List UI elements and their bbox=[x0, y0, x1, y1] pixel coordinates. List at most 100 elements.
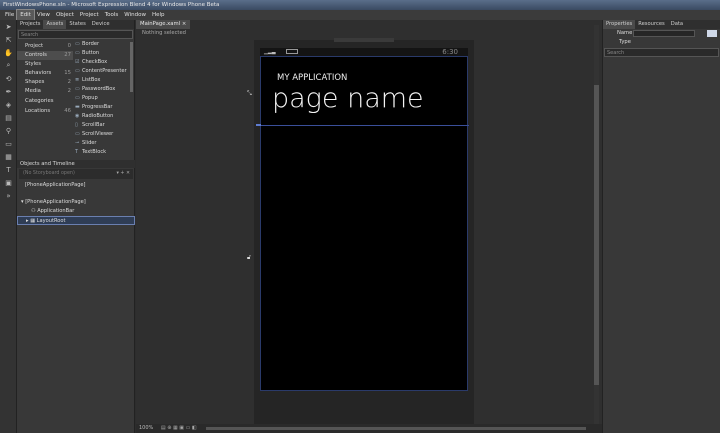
left-panel-tabs: Projects Assets States Device bbox=[17, 20, 134, 29]
control-icon: ≣ bbox=[75, 77, 80, 83]
control-icon: ▭ bbox=[75, 68, 80, 74]
paint-bucket-icon[interactable]: ◈ bbox=[0, 98, 17, 111]
menu-file[interactable]: File bbox=[2, 10, 17, 20]
camera-orbit-icon[interactable]: ⟲ bbox=[0, 72, 17, 85]
menu-window[interactable]: Window bbox=[121, 10, 149, 20]
name-input[interactable] bbox=[633, 30, 695, 37]
control-icon: ▭ bbox=[75, 95, 80, 101]
resize-handle-icon[interactable]: ⤡ bbox=[247, 90, 252, 98]
category-shapes[interactable]: Shapes 2 bbox=[17, 78, 73, 87]
category-locations[interactable]: Locations 46 bbox=[17, 107, 73, 116]
category-project[interactable]: Project 0 bbox=[17, 42, 73, 51]
assets-icon[interactable]: » bbox=[0, 189, 17, 202]
assets-panel: Projects Assets States Device Search Pro… bbox=[17, 20, 135, 433]
prop-type-row: Type bbox=[619, 39, 631, 45]
menu-bar: File Edit View Object Project Tools Wind… bbox=[0, 9, 720, 21]
tree-item-layoutroot[interactable]: ▸ ▦ LayoutRoot bbox=[17, 216, 135, 225]
assets-scrollbar[interactable] bbox=[130, 42, 133, 92]
signal-icon: ▁▂▃ bbox=[264, 49, 276, 55]
control-icon: ▭ bbox=[75, 50, 80, 56]
category-styles[interactable]: Styles bbox=[17, 60, 73, 69]
zoom-level[interactable]: 100% bbox=[136, 425, 153, 431]
direct-selection-tool-icon[interactable]: ⇱ bbox=[0, 33, 17, 46]
phone-status-bar: ▁▂▃ 6:30 bbox=[260, 48, 468, 56]
category-media[interactable]: Media 2 bbox=[17, 87, 73, 96]
tree-item-applicationbar[interactable]: ⚇ ApplicationBar bbox=[17, 207, 135, 216]
control-icon: ◉ bbox=[75, 113, 80, 119]
document-tab[interactable]: MainPage.xaml × bbox=[136, 20, 191, 29]
zoom-tool-icon[interactable]: ⌕ bbox=[0, 59, 17, 72]
control-passwordbox[interactable]: ▭ PasswordBox bbox=[74, 85, 115, 94]
tab-data[interactable]: Data bbox=[668, 20, 686, 29]
menu-project[interactable]: Project bbox=[77, 10, 102, 20]
control-textblock[interactable]: T TextBlock bbox=[74, 148, 106, 157]
tools-toolbar: ➤ ⇱ ✋ ⌕ ⟲ ✒ ◈ ▤ ⚲ ▭ ▦ T ▣ » bbox=[0, 20, 17, 433]
control-button[interactable]: ▭ Button bbox=[74, 49, 99, 58]
tab-projects[interactable]: Projects bbox=[17, 20, 43, 29]
category-behaviors[interactable]: Behaviors 15 bbox=[17, 69, 73, 78]
category-categories[interactable]: Categories bbox=[17, 97, 73, 106]
vertical-scrollbar[interactable] bbox=[594, 25, 599, 425]
objects-timeline-header: Objects and Timeline bbox=[17, 160, 135, 168]
application-title[interactable]: MY APPLICATION bbox=[277, 73, 347, 83]
pan-tool-icon[interactable]: ✋ bbox=[0, 46, 17, 59]
window-title: FirstWindowsPhone.sln - Microsoft Expres… bbox=[0, 0, 720, 10]
brush-transform-icon[interactable]: ▤ bbox=[0, 111, 17, 124]
control-icon: ▭ bbox=[75, 41, 80, 47]
tab-device[interactable]: Device bbox=[89, 20, 113, 29]
control-checkbox[interactable]: ☑ CheckBox bbox=[74, 58, 107, 67]
menu-tools[interactable]: Tools bbox=[102, 10, 122, 20]
layout-panel-icon[interactable]: ▦ bbox=[0, 150, 17, 163]
grid-marker[interactable] bbox=[256, 124, 261, 126]
artboard-footer: 100% ▤ ⊕ ▦ ▣ ▭ ◧ bbox=[136, 424, 602, 433]
tab-assets[interactable]: Assets bbox=[43, 20, 67, 29]
menu-object[interactable]: Object bbox=[53, 10, 77, 20]
control-icon: ☑ bbox=[75, 59, 80, 65]
control-listbox[interactable]: ≣ ListBox bbox=[74, 76, 100, 85]
tab-states[interactable]: States bbox=[66, 20, 88, 29]
phone-page[interactable]: MY APPLICATION page name bbox=[260, 56, 469, 391]
control-contentpresenter[interactable]: ▭ ContentPresenter bbox=[74, 67, 127, 76]
tab-properties[interactable]: Properties bbox=[603, 20, 636, 29]
tab-resources[interactable]: Resources bbox=[635, 20, 668, 29]
page-title[interactable]: page name bbox=[272, 83, 424, 114]
events-toggle-icon[interactable] bbox=[707, 30, 717, 37]
properties-search-input[interactable]: Search bbox=[604, 48, 719, 57]
vertical-scroll-thumb[interactable] bbox=[594, 85, 599, 385]
control-scrollviewer[interactable]: ▭ ScrollViewer bbox=[74, 130, 113, 139]
control-icon: ▬ bbox=[75, 104, 80, 110]
lock-icon[interactable]: 🔓︎ bbox=[247, 254, 251, 262]
tree-item-page[interactable]: ▾ [PhoneApplicationPage] bbox=[17, 198, 135, 207]
artboard-area: MainPage.xaml × Nothing selected ▁▂▃ 6:3… bbox=[136, 20, 602, 433]
control-progressbar[interactable]: ▬ ProgressBar bbox=[74, 103, 112, 112]
eyedropper-icon[interactable]: ⚲ bbox=[0, 124, 17, 137]
selection-tool-icon[interactable]: ➤ bbox=[0, 20, 17, 33]
category-controls[interactable]: Controls 27 bbox=[17, 51, 73, 60]
menu-edit[interactable]: Edit bbox=[16, 9, 35, 21]
control-radiobutton[interactable]: ◉ RadioButton bbox=[74, 112, 113, 121]
control-icon: ▭ bbox=[75, 131, 80, 137]
control-icon: T bbox=[75, 149, 79, 155]
control-icon: ▭ bbox=[75, 86, 80, 92]
blend-window: FirstWindowsPhone.sln - Microsoft Expres… bbox=[0, 0, 720, 433]
prop-name-row: Name bbox=[603, 29, 720, 38]
device-speaker bbox=[334, 38, 394, 42]
assets-search-input[interactable]: Search bbox=[18, 30, 133, 39]
control-border[interactable]: ▭ Border bbox=[74, 40, 99, 49]
storyboard-picker[interactable]: (No Storyboard open) ▾ + ✕ bbox=[19, 169, 133, 179]
control-scrollbar[interactable]: ▯ ScrollBar bbox=[74, 121, 105, 130]
horizontal-scrollbar[interactable] bbox=[206, 427, 586, 430]
view-toggle-icons[interactable]: ▤ ⊕ ▦ ▣ ▭ ◧ bbox=[161, 425, 197, 431]
control-popup[interactable]: ▭ Popup bbox=[74, 94, 98, 103]
control-slider[interactable]: ⊸ Slider bbox=[74, 139, 97, 148]
menu-view[interactable]: View bbox=[34, 10, 53, 20]
storyboard-add-icon[interactable]: ▾ + ✕ bbox=[117, 169, 131, 179]
scope-label[interactable]: [PhoneApplicationPage] bbox=[17, 181, 135, 190]
controls-tool-icon[interactable]: ▣ bbox=[0, 176, 17, 189]
menu-help[interactable]: Help bbox=[149, 10, 168, 20]
pen-tool-icon[interactable]: ✒ bbox=[0, 85, 17, 98]
text-tool-icon[interactable]: T bbox=[0, 163, 17, 176]
rectangle-tool-icon[interactable]: ▭ bbox=[0, 137, 17, 150]
row-divider bbox=[261, 125, 469, 126]
close-icon[interactable]: × bbox=[182, 21, 186, 27]
